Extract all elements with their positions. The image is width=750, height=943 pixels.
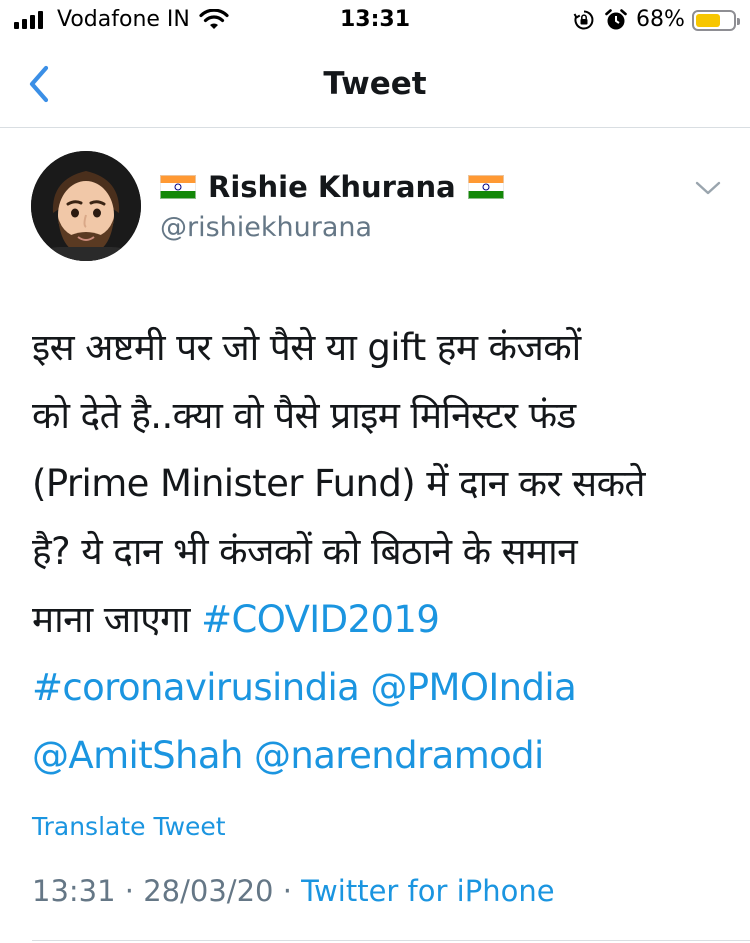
india-flag-icon (160, 175, 196, 199)
meta-separator: · (282, 874, 292, 908)
tweet-text-line: माना जाएगा #COVID2019 (32, 586, 722, 654)
tweet-source-link[interactable]: Twitter for iPhone (301, 874, 554, 908)
avatar[interactable] (31, 151, 141, 261)
alarm-icon (605, 9, 627, 30)
chevron-down-icon (695, 181, 721, 195)
author-display-name: Rishie Khurana (208, 170, 456, 204)
nav-bar: Tweet (0, 40, 750, 128)
tweet-text-line: (Prime Minister Fund) में दान कर सकते (32, 462, 646, 505)
tweet-text-fragment: माना जाएगा (32, 598, 191, 641)
tweet-text: इस अष्टमी पर जो पैसे या gift हम कंजकों क… (32, 314, 722, 790)
battery-fill (696, 14, 721, 27)
page-title: Tweet (323, 66, 427, 102)
orientation-lock-icon (573, 10, 594, 30)
tweet-text-line: इस अष्टमी पर जो पैसे या gift हम कंजकों (32, 326, 581, 369)
divider (32, 940, 750, 941)
tweet-time: 13:31 (32, 874, 116, 908)
tweet-metadata: 13:31 · 28/03/20 · Twitter for iPhone (32, 874, 555, 908)
translate-tweet-link[interactable]: Translate Tweet (32, 812, 226, 841)
hashtag-link[interactable]: #COVID2019 (201, 598, 440, 641)
india-flag-icon (467, 175, 504, 199)
tweet-text-line: @AmitShah @narendramodi (32, 722, 722, 790)
hashtag-link[interactable]: #coronavirusindia (32, 666, 360, 709)
memoji-avatar-icon (31, 151, 141, 261)
tweet-text-line: #coronavirusindia @PMOIndia (32, 654, 722, 722)
battery-icon (692, 10, 740, 31)
tweet-text-line: को देते है..क्या वो पैसे प्राइम मिनिस्टर… (32, 394, 576, 437)
status-bar: Vodafone IN 13:31 68% (0, 0, 750, 40)
mention-link[interactable]: @PMOIndia (370, 666, 576, 709)
battery-percent: 68% (636, 7, 685, 32)
author-handle[interactable]: @rishiekhurana (160, 212, 372, 243)
tweet-date: 28/03/20 (143, 874, 274, 908)
mention-link[interactable]: @narendramodi (254, 734, 544, 777)
meta-separator: · (124, 874, 135, 908)
author-name-row[interactable]: Rishie Khurana (160, 170, 504, 204)
mention-link[interactable]: @AmitShah (32, 734, 243, 777)
tweet-text-line: है? ये दान भी कंजकों को बिठाने के समान (32, 530, 578, 573)
tweet-menu-button[interactable] (693, 176, 723, 200)
